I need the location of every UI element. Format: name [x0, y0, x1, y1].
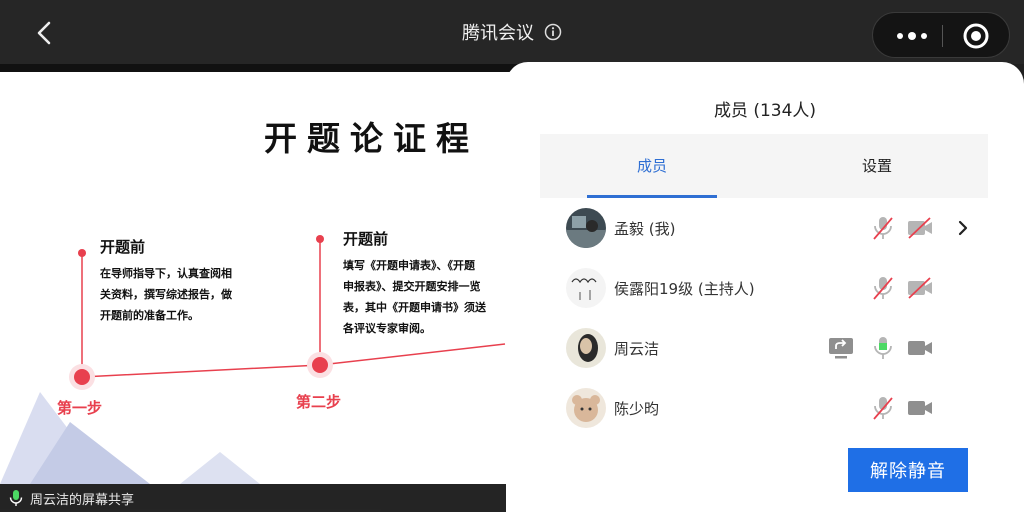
slide-title: 开题论证程: [264, 119, 479, 158]
step1-heading: 开题前: [100, 238, 146, 256]
share-indicator-text: 周云洁的屏幕共享: [30, 492, 135, 508]
microphone-active-icon[interactable]: [869, 334, 897, 362]
microphone-muted-icon[interactable]: [869, 274, 897, 302]
step2-label: 第二步: [296, 393, 342, 411]
step2-body: 填写《开题申请表》、《开题 申报表》、提交开题安排一览 表，其中《开题申请书》须…: [343, 259, 486, 335]
member-name: 周云洁: [614, 340, 660, 358]
capsule-divider: [942, 25, 943, 47]
unmute-button[interactable]: 解除静音: [848, 448, 968, 492]
screen-share-area: 开题论证程 开题前 在导师指导下，认真查阅相 关资料，撰写综述报告，做 开题前的…: [0, 64, 522, 512]
microphone-muted-icon[interactable]: [869, 214, 897, 242]
avatar: [566, 388, 606, 428]
top-bar: 腾讯会议: [0, 0, 1024, 64]
avatar: [566, 328, 606, 368]
microphone-active-icon: [9, 490, 23, 506]
panel-tabs: 成员 设置: [540, 134, 988, 198]
tab-members[interactable]: 成员: [587, 134, 717, 198]
close-target-icon[interactable]: [961, 21, 991, 51]
member-row[interactable]: 侯露阳19级 (主持人): [540, 258, 988, 318]
step2-heading: 开题前: [343, 230, 389, 248]
shared-slide: 开题论证程 开题前 在导师指导下，认真查阅相 关资料，撰写综述报告，做 开题前的…: [0, 72, 520, 484]
panel-title: 成员 (134人): [713, 101, 817, 121]
camera-on-icon[interactable]: [906, 334, 934, 362]
member-row[interactable]: 孟毅 (我): [540, 198, 988, 258]
screen-share-icon[interactable]: [827, 334, 855, 362]
chevron-right-icon[interactable]: [950, 214, 978, 242]
meeting-title: 腾讯会议: [462, 23, 534, 44]
camera-off-icon[interactable]: [906, 274, 934, 302]
member-row[interactable]: 陈少昀: [540, 378, 988, 438]
back-arrow-icon[interactable]: [32, 20, 58, 46]
step1-label: 第一步: [57, 399, 103, 417]
member-row[interactable]: 周云洁: [540, 318, 988, 378]
info-icon[interactable]: [544, 23, 562, 41]
tab-settings[interactable]: 设置: [812, 134, 942, 198]
mini-program-capsule: [872, 12, 1010, 58]
more-options-icon[interactable]: [887, 21, 937, 51]
camera-on-icon[interactable]: [906, 394, 934, 422]
microphone-muted-icon[interactable]: [869, 394, 897, 422]
members-panel: 成员 (134人) 成员 设置 孟毅 (我) 侯露阳19级 (主持人) 周云洁 …: [506, 62, 1024, 512]
screen-share-indicator: 周云洁的屏幕共享: [0, 484, 506, 512]
step1-body: 在导师指导下，认真查阅相 关资料，撰写综述报告，做 开题前的准备工作。: [100, 267, 232, 322]
camera-off-icon[interactable]: [906, 214, 934, 242]
member-name: 陈少昀: [614, 400, 660, 418]
avatar: [566, 208, 606, 248]
avatar: [566, 268, 606, 308]
member-name: 孟毅 (我): [614, 220, 676, 238]
member-name: 侯露阳19级 (主持人): [614, 280, 755, 298]
